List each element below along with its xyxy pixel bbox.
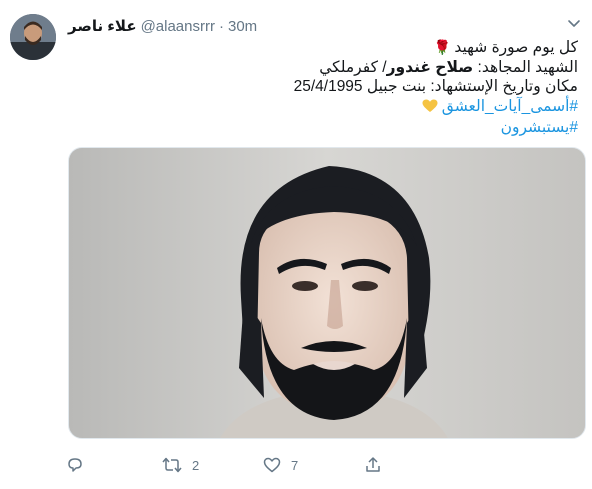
yellow-heart-icon — [422, 99, 438, 119]
display-name[interactable]: علاء ناصر — [68, 17, 137, 35]
avatar[interactable] — [10, 14, 56, 60]
share-button[interactable] — [364, 452, 382, 478]
tweet-text: كل يوم صورة شهيد🌹 الشهيد المجاهد: صلاح غ… — [78, 38, 578, 138]
tweet-line-2-suffix: / كفرملكي — [319, 58, 387, 76]
timestamp[interactable]: 30m — [228, 18, 257, 35]
tweet[interactable]: علاء ناصر @alaansrrr · 30m كل يوم صورة ش… — [0, 0, 592, 489]
user-handle[interactable]: @alaansrrr — [141, 18, 215, 35]
share-icon — [364, 456, 382, 474]
tweet-line-4: #أسمى_آيات_العشق — [78, 97, 578, 119]
martyr-name: صلاح غندور — [386, 58, 474, 76]
rose-icon: 🌹 — [433, 39, 452, 55]
tweet-line-1: كل يوم صورة شهيد🌹 — [78, 38, 578, 58]
tweet-header: علاء ناصر @alaansrrr · 30m — [68, 16, 257, 36]
tweet-actions: 2 7 — [58, 452, 388, 478]
tweet-line-2: الشهيد المجاهد: صلاح غندور/ كفرملكي — [78, 58, 578, 78]
tweet-line-2-prefix: الشهيد المجاهد: — [473, 58, 578, 76]
retweet-icon — [162, 456, 182, 474]
like-count: 7 — [291, 457, 299, 473]
retweet-button[interactable]: 2 — [162, 452, 199, 478]
retweet-count: 2 — [192, 457, 200, 473]
reply-icon — [66, 456, 84, 474]
reply-button[interactable] — [66, 452, 94, 478]
like-button[interactable]: 7 — [263, 452, 298, 478]
tweet-photo[interactable] — [68, 147, 586, 439]
hashtag-link[interactable]: #أسمى_آيات_العشق — [442, 98, 578, 115]
chevron-down-icon[interactable] — [564, 14, 584, 34]
tweet-line-5: #يستبشرون — [78, 118, 578, 138]
hashtag-link[interactable]: #يستبشرون — [501, 119, 578, 136]
separator-dot: · — [218, 17, 224, 35]
tweet-line-3: مكان وتاريخ الإستشهاد: بنت جبيل 25/4/199… — [293, 78, 578, 95]
like-icon — [263, 457, 281, 473]
tweet-line-1-text: كل يوم صورة شهيد — [454, 39, 578, 56]
